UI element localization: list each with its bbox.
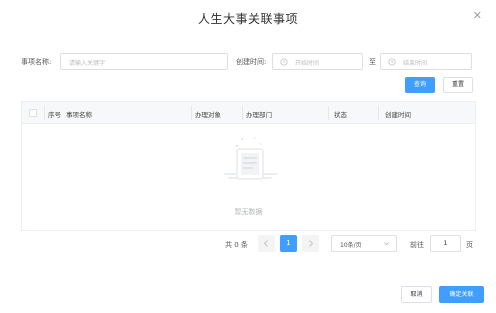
- page-number-current[interactable]: 1: [280, 235, 297, 252]
- column-divider: [44, 106, 45, 120]
- column-divider: [328, 106, 329, 120]
- range-separator: 至: [369, 58, 376, 66]
- goto-page-input[interactable]: 1: [430, 235, 461, 252]
- column-header-index: 序号: [48, 111, 61, 119]
- reset-button[interactable]: 重置: [443, 77, 473, 93]
- end-date-placeholder: 结束时间: [403, 60, 428, 67]
- chevron-down-icon: [384, 242, 389, 246]
- item-name-input[interactable]: 请输入关键字: [60, 53, 228, 70]
- column-header-item-name: 事项名称: [66, 111, 92, 119]
- column-divider: [242, 106, 243, 120]
- total-count: 共 0 条: [225, 241, 248, 249]
- prev-page-button[interactable]: [258, 235, 275, 252]
- chevron-left-icon: [263, 240, 268, 247]
- start-date-input[interactable]: 开始时间: [272, 53, 363, 70]
- table-header: 序号 事项名称 办理对象 办理部门 状态 创建时间: [22, 102, 475, 124]
- column-header-target: 办理对象: [195, 111, 221, 119]
- column-header-department: 办理部门: [246, 111, 272, 119]
- column-header-status: 状态: [334, 111, 347, 119]
- item-name-placeholder: 请输入关键字: [69, 60, 106, 67]
- chevron-right-icon: [309, 240, 314, 247]
- query-button[interactable]: 查询: [405, 77, 435, 93]
- clock-icon: [280, 58, 288, 66]
- next-page-button[interactable]: [302, 235, 319, 252]
- results-table: 序号 事项名称 办理对象 办理部门 状态 创建时间 暂无数据: [21, 101, 476, 231]
- column-divider: [191, 106, 192, 120]
- column-header-created-time: 创建时间: [385, 111, 411, 119]
- empty-text: 暂无数据: [234, 208, 263, 216]
- item-name-label: 事项名称:: [21, 58, 52, 66]
- start-date-placeholder: 开始时间: [295, 60, 320, 67]
- cancel-button[interactable]: 取消: [401, 286, 432, 303]
- column-divider: [378, 106, 379, 120]
- clock-icon: [388, 58, 396, 66]
- related-items-dialog: 人生大事关联事项 ✕ 事项名称: 请输入关键字 创建时间: 开始时间 至 结束时…: [0, 0, 496, 313]
- select-all-checkbox[interactable]: [29, 109, 37, 117]
- empty-data-icon: [224, 137, 278, 180]
- close-icon[interactable]: ✕: [473, 10, 482, 22]
- end-date-input[interactable]: 结束时间: [380, 53, 472, 70]
- page-suffix: 页: [466, 241, 473, 249]
- created-time-label: 创建时间:: [236, 58, 267, 66]
- page-size-select[interactable]: 10条/页: [331, 235, 397, 252]
- page-size-value: 10条/页: [340, 242, 362, 249]
- confirm-link-button[interactable]: 确定关联: [439, 286, 484, 303]
- goto-label: 前往: [410, 241, 424, 249]
- dialog-title: 人生大事关联事项: [197, 12, 298, 26]
